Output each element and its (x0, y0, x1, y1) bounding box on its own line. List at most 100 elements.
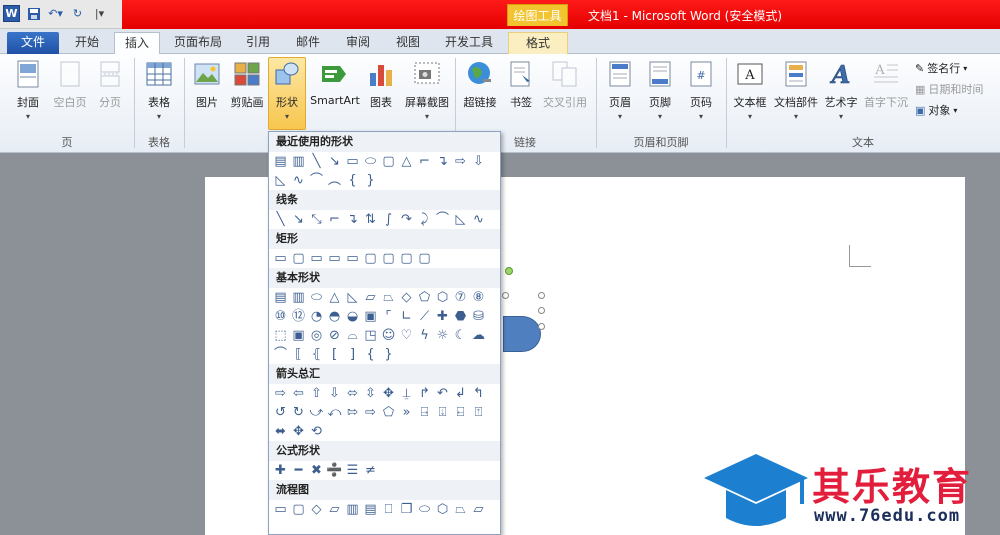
trapezoid-shape[interactable]: ⏢ (380, 291, 397, 304)
left-arrow-shape[interactable]: ⇦ (290, 387, 307, 400)
arc-shape[interactable]: ⌒ (308, 174, 325, 187)
tab-references[interactable]: 引用 (236, 32, 280, 54)
l-shape[interactable]: ∟ (398, 310, 415, 323)
scribble-shape[interactable]: ∿ (470, 213, 487, 226)
u-turn-arrow-shape[interactable]: ↶ (434, 387, 451, 400)
drop-cap-button[interactable]: A 首字下沉 (862, 58, 910, 110)
left-bracket-shape[interactable]: [ (326, 348, 343, 361)
redo-icon[interactable]: ↻ (69, 5, 86, 22)
notched-right-arrow-shape[interactable]: ⇨ (362, 406, 379, 419)
round-corner-rectangle-shape[interactable]: ▢ (380, 252, 397, 265)
tab-insert[interactable]: 插入 (114, 32, 160, 55)
scribble-shape[interactable]: ∿ (290, 174, 307, 187)
textbox-shape[interactable]: ▤ (272, 155, 289, 168)
tab-mailings[interactable]: 邮件 (286, 32, 330, 54)
lightning-bolt-shape[interactable]: ϟ (416, 329, 433, 342)
bookmark-button[interactable]: 书签 (504, 58, 538, 110)
up-down-arrow-shape[interactable]: ⇳ (362, 387, 379, 400)
terminator-shape[interactable]: ⬭ (416, 503, 433, 516)
heptagon-shape[interactable]: ⑦ (452, 291, 469, 304)
not-equal-shape[interactable]: ≠ (362, 464, 379, 477)
bent-up-arrow-shape[interactable]: ↰ (470, 387, 487, 400)
heart-shape[interactable]: ♡ (398, 329, 415, 342)
blank-page-button[interactable]: 空白页 (50, 58, 90, 110)
clip-art-button[interactable]: 剪贴画 (228, 58, 266, 110)
bent-arrow-shape[interactable]: ↱ (416, 387, 433, 400)
chord-shape[interactable]: ◓ (326, 310, 343, 323)
signature-line-button[interactable]: ✎ 签名行 ▾ (915, 60, 967, 76)
preparation-shape[interactable]: ⬡ (434, 503, 451, 516)
elbow-arrow-shape[interactable]: ↴ (434, 155, 451, 168)
snip-round-rectangle-shape[interactable]: ▢ (362, 252, 379, 265)
curve-shape[interactable]: ⌒ (434, 213, 451, 226)
multidocument-shape[interactable]: ❐ (398, 503, 415, 516)
circular-arrow-shape[interactable]: ⟲ (308, 425, 325, 438)
curved-right-arrow-shape[interactable]: ↺ (272, 406, 289, 419)
freeform-shape[interactable]: ◺ (452, 213, 469, 226)
freeform-shape[interactable]: ◺ (272, 174, 289, 187)
folded-corner-shape[interactable]: ◳ (362, 329, 379, 342)
curved-double-arrow-shape[interactable]: ⤸ (416, 213, 433, 226)
tab-review[interactable]: 审阅 (336, 32, 380, 54)
left-right-up-arrow-shape[interactable]: ⍊ (398, 387, 415, 400)
hexagon-shape[interactable]: ⬡ (434, 291, 451, 304)
left-brace-shape[interactable]: { (344, 174, 361, 187)
double-brace-shape[interactable]: ⦃ (308, 348, 325, 361)
cross-shape[interactable]: ✚ (434, 310, 451, 323)
divide-shape[interactable]: ➗ (326, 464, 343, 477)
rectangle-shape[interactable]: ▭ (272, 252, 289, 265)
quad-arrow-callout-shape[interactable]: ✥ (290, 425, 307, 438)
alternate-process-shape[interactable]: ▢ (290, 503, 307, 516)
left-right-arrow-shape[interactable]: ⬄ (344, 387, 361, 400)
right-bracket-shape[interactable]: ] (344, 348, 361, 361)
curved-left-arrow-shape[interactable]: ↻ (290, 406, 307, 419)
predefined-process-shape[interactable]: ▥ (344, 503, 361, 516)
hyperlink-button[interactable]: 超链接 (460, 58, 500, 110)
right-arrow-shape[interactable]: ⇨ (272, 387, 289, 400)
elbow-connector-shape[interactable]: ⌐ (326, 213, 343, 226)
curved-down-arrow-shape[interactable]: ⤺ (326, 406, 343, 419)
snip-same-side-rectangle-shape[interactable]: ▭ (326, 252, 343, 265)
date-time-button[interactable]: ▦ 日期和时间 (915, 81, 983, 97)
no-symbol-shape[interactable]: ⊘ (326, 329, 343, 342)
customize-toolbar-icon[interactable]: |▾ (91, 5, 108, 22)
arrow-shape[interactable]: ↘ (290, 213, 307, 226)
tab-page-layout[interactable]: 页面布局 (166, 32, 230, 54)
picture-button[interactable]: 图片 (190, 58, 224, 110)
striped-right-arrow-shape[interactable]: ⇰ (344, 406, 361, 419)
object-button[interactable]: ▣ 对象 ▾ (915, 102, 957, 118)
cross-reference-button[interactable]: 交叉引用 (540, 58, 590, 110)
decision-shape[interactable]: ◇ (308, 503, 325, 516)
quad-arrow-shape[interactable]: ✥ (380, 387, 397, 400)
moon-shape[interactable]: ☾ (452, 329, 469, 342)
tab-format[interactable]: 格式 (508, 32, 568, 54)
process-shape[interactable]: ▭ (272, 503, 289, 516)
chart-button[interactable]: 图表 (364, 58, 398, 110)
elbow-connector-shape[interactable]: ⌐ (416, 155, 433, 168)
arrow-line-shape[interactable]: ↘ (326, 155, 343, 168)
tab-file[interactable]: 文件 (7, 32, 59, 54)
pentagon-arrow-shape[interactable]: ⬠ (380, 406, 397, 419)
wordart-button[interactable]: A 艺术字 ▾ (822, 58, 860, 121)
bevel-shape[interactable]: ▣ (290, 329, 307, 342)
double-arrow-shape[interactable]: ⤡ (308, 213, 325, 226)
internal-storage-shape[interactable]: ▤ (362, 503, 379, 516)
snip-diagonal-rectangle-shape[interactable]: ▭ (344, 252, 361, 265)
header-button[interactable]: 页眉 ▾ (601, 58, 639, 121)
down-arrow-shape[interactable]: ⇩ (470, 155, 487, 168)
cover-page-button[interactable]: 封面 ▾ (8, 58, 48, 121)
vertical-textbox-shape[interactable]: ▥ (290, 155, 307, 168)
screenshot-button[interactable]: 屏幕截图 ▾ (402, 58, 452, 121)
parallelogram-shape[interactable]: ▱ (362, 291, 379, 304)
left-brace-shape[interactable]: { (362, 348, 379, 361)
save-icon[interactable] (25, 5, 42, 22)
triangle-shape[interactable]: △ (326, 291, 343, 304)
arc-shape[interactable]: ⌒ (272, 348, 289, 361)
plaque-shape[interactable]: ⬣ (452, 310, 469, 323)
data-shape[interactable]: ▱ (326, 503, 343, 516)
chevron-shape[interactable]: » (398, 406, 415, 419)
word-app-icon[interactable]: W (3, 5, 20, 22)
equal-shape[interactable]: ☰ (344, 464, 361, 477)
manual-input-shape[interactable]: ⏢ (452, 503, 469, 516)
tab-view[interactable]: 视图 (386, 32, 430, 54)
